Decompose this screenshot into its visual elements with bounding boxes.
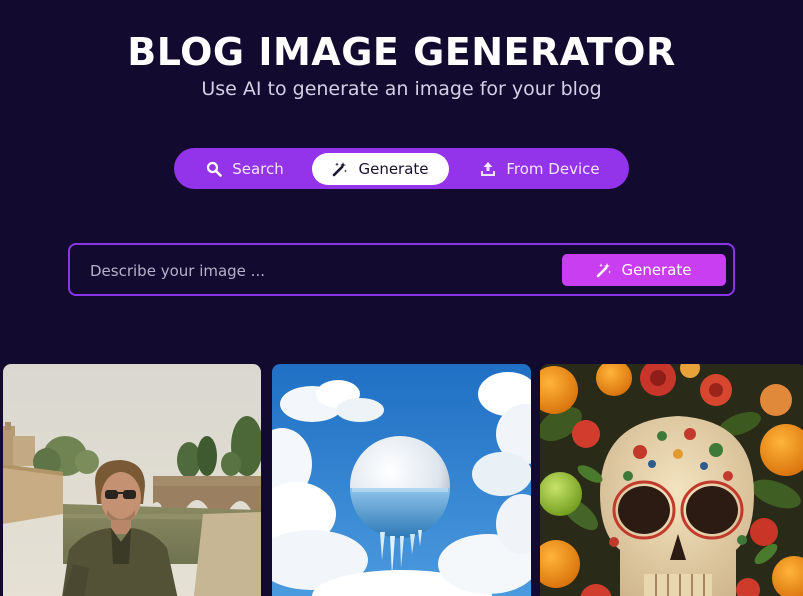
tab-from-device[interactable]: From Device [455,153,625,185]
gallery-image-man-by-river[interactable] [3,364,261,596]
tab-generate[interactable]: Generate [312,152,449,185]
image-description-input[interactable] [88,257,542,285]
page-title: BLOG IMAGE GENERATOR [127,30,676,74]
magic-wand-icon [596,262,612,278]
image-gallery [3,364,803,596]
generate-button-label: Generate [621,261,692,279]
source-tabs: Search Generate From Device [174,148,629,189]
tab-search-label: Search [232,159,284,178]
generate-button[interactable]: Generate [562,254,726,286]
gallery-image-sphere-in-sky[interactable] [272,364,531,596]
magic-wand-icon [332,161,348,177]
gallery-image-sugar-skull[interactable] [540,364,803,596]
tab-generate-label: Generate [358,159,429,178]
upload-icon [480,161,496,177]
search-icon [206,161,223,177]
tab-search[interactable]: Search [178,153,312,185]
page: BLOG IMAGE GENERATOR Use AI to generate … [0,0,803,596]
tab-from-device-label: From Device [506,159,600,178]
prompt-box: Generate [68,243,735,296]
page-subtitle: Use AI to generate an image for your blo… [201,78,602,100]
